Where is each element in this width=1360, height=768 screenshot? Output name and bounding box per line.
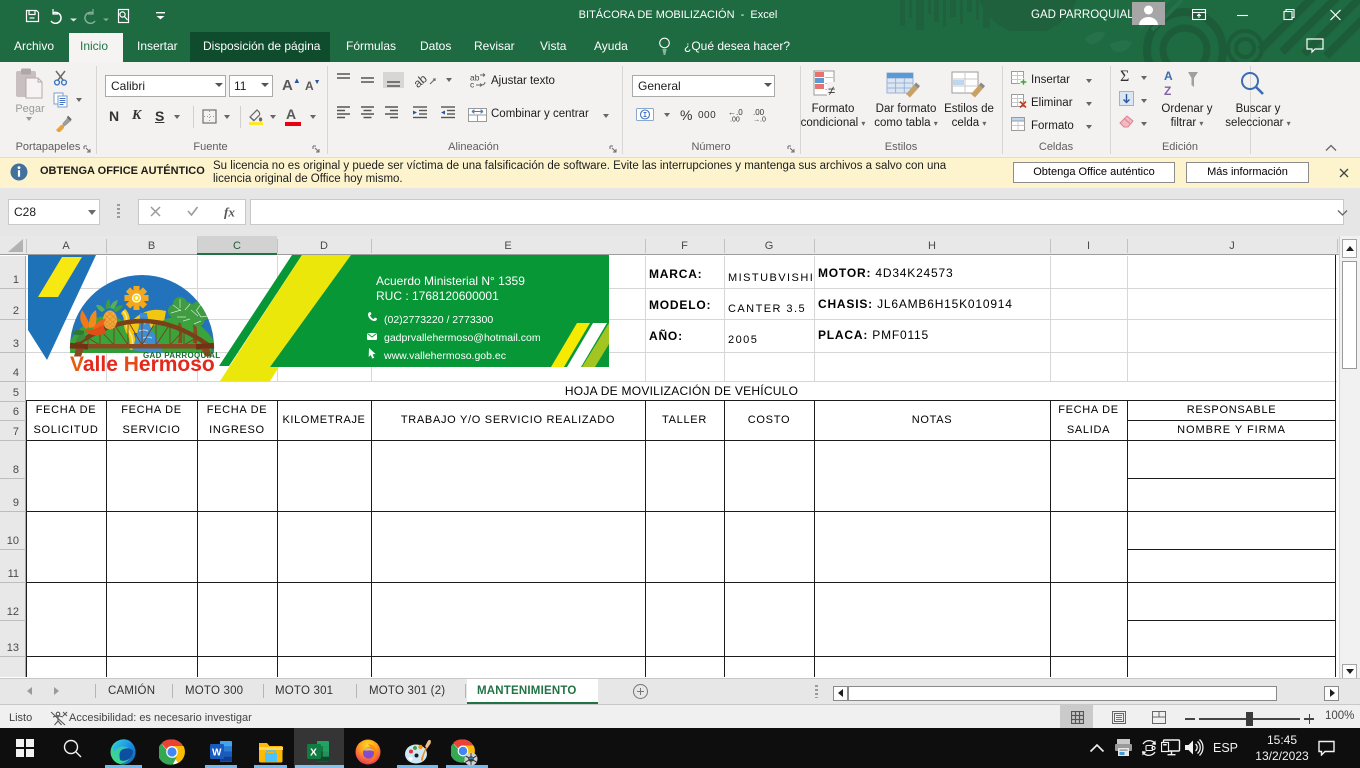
svg-text:.00: .00 [730, 117, 740, 123]
svg-text:Z: Z [1164, 84, 1171, 98]
svg-text:RUC : 1768120600001: RUC : 1768120600001 [376, 289, 499, 303]
svg-text:≠: ≠ [828, 83, 835, 98]
svg-text:www.vallehermoso.gob.ec: www.vallehermoso.gob.ec [383, 350, 506, 362]
svg-text:W: W [212, 748, 222, 759]
svg-text:fx: fx [224, 205, 235, 219]
svg-text:Acuerdo Ministerial N° 1359: Acuerdo Ministerial N° 1359 [376, 274, 525, 288]
svg-text:A: A [1164, 69, 1173, 83]
svg-text:ab: ab [415, 71, 430, 89]
svg-text:gadprvallehermoso@hotmail.com: gadprvallehermoso@hotmail.com [384, 332, 541, 344]
svg-text:X: X [310, 747, 317, 759]
svg-text:(02)2773220 / 2773300: (02)2773220 / 2773300 [384, 314, 493, 326]
svg-text:→.0: →.0 [753, 117, 766, 123]
svg-text:Valle Hermoso: Valle Hermoso [70, 353, 215, 376]
